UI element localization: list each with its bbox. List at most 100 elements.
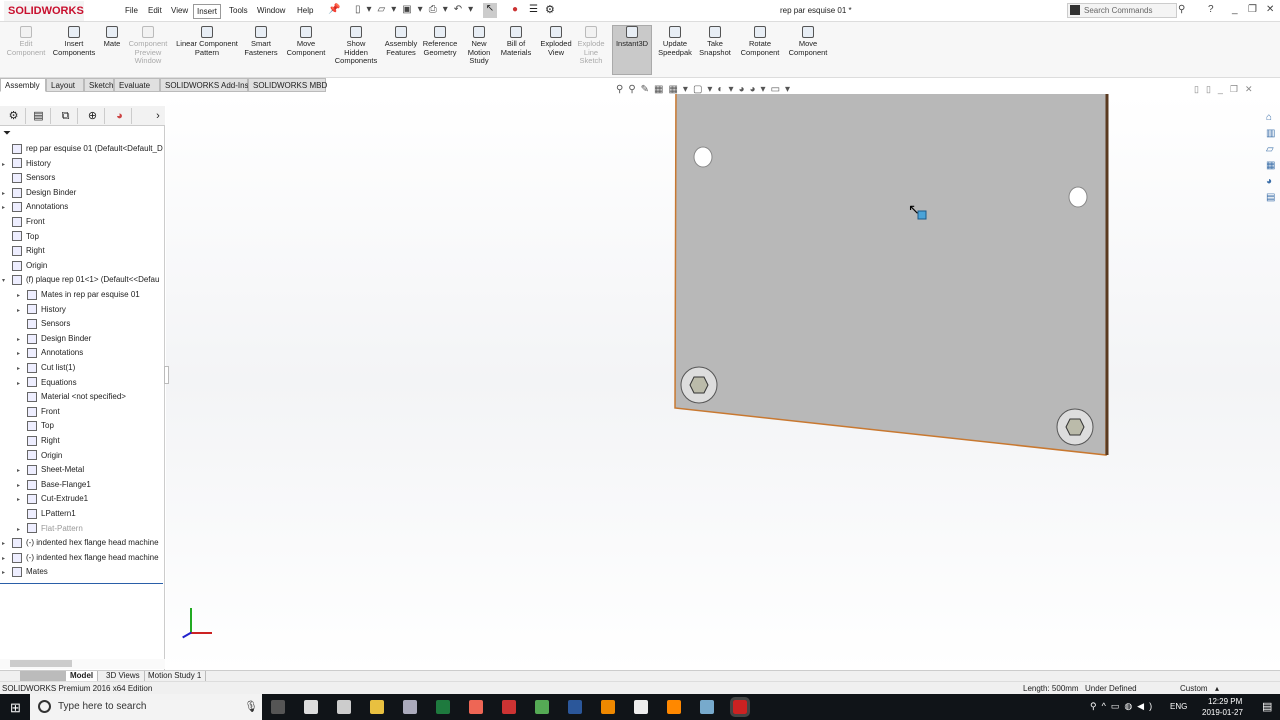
minimize-icon[interactable]: _ xyxy=(1232,4,1238,15)
tree-item[interactable]: Origin xyxy=(17,449,163,463)
search-icon[interactable]: ⚲ xyxy=(1178,4,1185,15)
collapsed-arrow-icon[interactable]: ▸ xyxy=(2,201,12,214)
expanded-arrow-icon[interactable]: ▾ xyxy=(2,274,12,287)
menu-help[interactable]: Help xyxy=(294,4,316,17)
collapsed-arrow-icon[interactable]: ▸ xyxy=(17,479,27,492)
collapsed-arrow-icon[interactable]: ▸ xyxy=(17,333,27,346)
tab-assembly[interactable]: Assembly xyxy=(0,78,46,92)
ribbon-instant3d[interactable]: Instant3D xyxy=(612,25,652,75)
collapsed-arrow-icon[interactable]: ▸ xyxy=(17,493,27,506)
select-icon[interactable]: ↖ xyxy=(483,3,497,18)
pin-icon[interactable]: 📌 xyxy=(328,4,340,15)
tab-sketch[interactable]: Sketch xyxy=(84,78,114,92)
tree-item[interactable]: Material <not specified> xyxy=(17,390,163,404)
ribbon-linear-component-pattern[interactable]: Linear Component Pattern xyxy=(172,26,242,57)
tree-item[interactable]: ▸ (-) indented hex flange head machine xyxy=(2,536,163,550)
tree-item[interactable]: ▸ Mates xyxy=(2,565,163,579)
file-explorer-icon[interactable] xyxy=(370,700,384,714)
collapsed-arrow-icon[interactable]: ▸ xyxy=(17,289,27,302)
collapsed-arrow-icon[interactable]: ▸ xyxy=(2,187,12,200)
ribbon-bill-of-materials[interactable]: Bill of Materials xyxy=(498,26,534,57)
tree-item[interactable]: ▾ (f) plaque rep 01<1> (Default<<Defau xyxy=(2,273,163,287)
ribbon-update-speedpak[interactable]: Update Speedpak xyxy=(654,26,696,57)
solidworks-taskbar-icon[interactable] xyxy=(730,697,750,717)
tab-layout[interactable]: Layout xyxy=(46,78,84,92)
clapper-icon[interactable] xyxy=(634,700,648,714)
close-icon[interactable]: ✕ xyxy=(1266,4,1274,15)
mail-icon[interactable] xyxy=(337,700,351,714)
menu-tools[interactable]: Tools xyxy=(226,4,251,17)
ribbon-move-component[interactable]: Move Component xyxy=(284,26,328,57)
collapsed-arrow-icon[interactable]: ▸ xyxy=(17,464,27,477)
notification-icon[interactable]: ▤ xyxy=(1262,700,1272,713)
tree-item[interactable]: ▸ Design Binder xyxy=(17,332,163,346)
configuration-manager-tab-icon[interactable]: ⧉ xyxy=(54,108,78,124)
ribbon-move-component[interactable]: Move Component xyxy=(788,26,828,57)
panel-scrollbar[interactable] xyxy=(0,659,165,669)
store-icon[interactable] xyxy=(304,700,318,714)
ribbon-component-preview-window[interactable]: Component Preview Window xyxy=(126,26,170,66)
clock-time[interactable]: 12:29 PM xyxy=(1208,697,1242,706)
language-indicator[interactable]: ENG xyxy=(1170,702,1187,711)
taskbar-search-input[interactable]: Type here to search xyxy=(30,694,262,720)
app-icon-2[interactable] xyxy=(700,700,714,714)
ribbon-reference-geometry[interactable]: Reference Geometry xyxy=(422,26,458,57)
collapsed-arrow-icon[interactable]: ▸ xyxy=(17,523,27,536)
file-properties-icon[interactable]: ☰ xyxy=(529,4,538,15)
rebuild-icon[interactable]: ● xyxy=(512,4,518,15)
collapsed-arrow-icon[interactable]: ▸ xyxy=(17,362,27,375)
tree-item[interactable]: Top xyxy=(17,419,163,433)
collapsed-arrow-icon[interactable]: ▸ xyxy=(2,566,12,579)
tree-item[interactable]: ▸ Cut-Extrude1 xyxy=(17,492,163,506)
options-gear-icon[interactable]: ⚙ xyxy=(545,3,555,16)
menu-edit[interactable]: Edit xyxy=(145,4,165,17)
tree-item[interactable]: ▸ Base-Flange1 xyxy=(17,478,163,492)
ribbon-explode-line-sketch[interactable]: Explode Line Sketch xyxy=(576,26,606,66)
microphone-icon[interactable]: 🎙 xyxy=(244,700,258,713)
plate-model[interactable]: ↖ xyxy=(166,94,1280,670)
tree-item[interactable]: LPattern1 xyxy=(17,507,163,521)
app-icon[interactable] xyxy=(403,700,417,714)
tree-item[interactable]: ▸ Annotations xyxy=(2,200,163,214)
tab-evaluate[interactable]: Evaluate xyxy=(114,78,160,92)
feature-manager-tab-icon[interactable]: ⚙ xyxy=(2,108,26,124)
avast-icon[interactable] xyxy=(601,700,615,714)
tree-item[interactable]: rep par esquise 01 (Default<Default_Disp… xyxy=(2,142,163,156)
tree-item[interactable]: ▸ History xyxy=(2,157,163,171)
tree-item[interactable]: ▸ Annotations xyxy=(17,346,163,360)
property-manager-tab-icon[interactable]: ▤ xyxy=(27,108,51,124)
quick-access-toolbar[interactable]: ▯▾▱▾▣▾⎙▾↶▾ xyxy=(355,4,479,15)
filter-icon[interactable]: ⏷ xyxy=(3,128,11,139)
tree-item[interactable]: ▸ Cut list(1) xyxy=(17,361,163,375)
menu-insert[interactable]: Insert xyxy=(193,4,222,19)
ribbon-rotate-component[interactable]: Rotate Component xyxy=(736,26,784,57)
graphics-area[interactable]: ⚲⚲✎▦▦▾▢▾◐▾◕◕▾▭▾ ↖ ▯▯_❐✕ ⌂ ▥ ▱ ▦ ◕ ▤ xyxy=(164,84,1280,670)
ribbon-insert-components[interactable]: Insert Components xyxy=(52,26,96,57)
tree-item[interactable]: ▸ Sheet-Metal xyxy=(17,463,163,477)
ribbon-take-snapshot[interactable]: Take Snapshot xyxy=(698,26,732,57)
vlc-icon[interactable] xyxy=(667,700,681,714)
menu-file[interactable]: File xyxy=(122,4,141,17)
collapsed-arrow-icon[interactable]: ▸ xyxy=(2,537,12,550)
tree-item[interactable]: ▸ History xyxy=(17,303,163,317)
tree-item[interactable]: ▸ Equations xyxy=(17,376,163,390)
ribbon-assembly-features[interactable]: Assembly Features xyxy=(384,26,418,57)
display-manager-tab-icon[interactable]: ◕ xyxy=(108,108,132,124)
collapsed-arrow-icon[interactable]: ▸ xyxy=(2,552,12,565)
collapsed-arrow-icon[interactable]: ▸ xyxy=(17,347,27,360)
restore-icon[interactable]: ❐ xyxy=(1248,4,1257,15)
start-icon[interactable]: ⊞ xyxy=(10,700,21,716)
ribbon-exploded-view[interactable]: Exploded View xyxy=(538,26,574,57)
menu-view[interactable]: View xyxy=(168,4,191,17)
collapsed-arrow-icon[interactable]: ▸ xyxy=(17,377,27,390)
tree-item[interactable]: ▸ Design Binder xyxy=(2,186,163,200)
collapsed-arrow-icon[interactable]: ▸ xyxy=(2,158,12,171)
tree-item[interactable]: Right xyxy=(17,434,163,448)
firefox-icon[interactable] xyxy=(469,700,483,714)
tab-solidworks-mbd[interactable]: SOLIDWORKS MBD xyxy=(248,78,327,92)
ribbon-new-motion-study[interactable]: New Motion Study xyxy=(464,26,494,66)
tree-item[interactable]: Front xyxy=(17,405,163,419)
task-view-icon[interactable] xyxy=(271,700,285,714)
ribbon-edit-component[interactable]: Edit Component xyxy=(4,26,48,57)
search-commands-input[interactable]: Search Commands xyxy=(1067,3,1177,18)
